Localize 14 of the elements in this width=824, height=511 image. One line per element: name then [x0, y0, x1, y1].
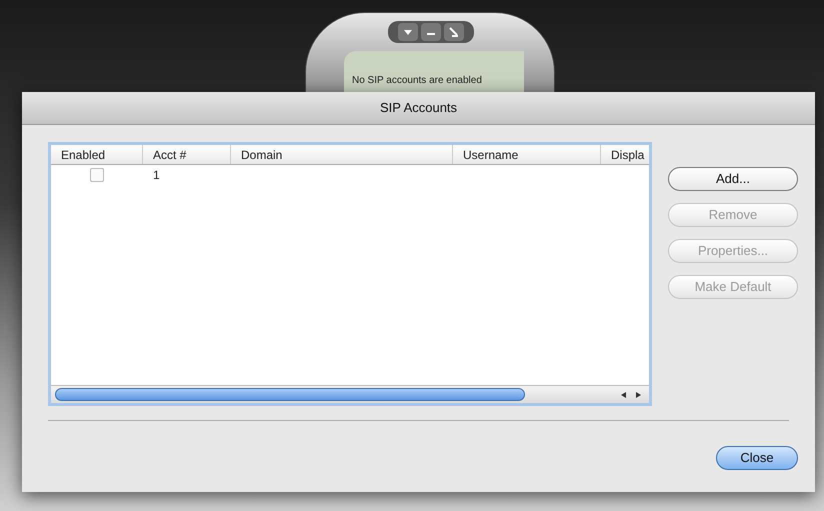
scroll-thumb[interactable]	[55, 388, 525, 401]
column-header[interactable]: Acct #	[143, 145, 231, 164]
column-header[interactable]: Domain	[231, 145, 453, 164]
enabled-checkbox[interactable]	[90, 168, 104, 182]
status-text: No SIP accounts are enabled	[352, 75, 482, 86]
column-header[interactable]: Username	[453, 145, 601, 164]
close-button[interactable]: Close	[716, 446, 798, 470]
account-number: 1	[152, 167, 161, 184]
side-button[interactable]: Add...	[668, 167, 798, 191]
column-header[interactable]: Displa	[601, 145, 649, 164]
horizontal-scrollbar[interactable]	[51, 385, 649, 403]
window-controls-icon	[386, 19, 476, 45]
column-header[interactable]: Enabled	[51, 145, 143, 164]
window-title: SIP Accounts	[380, 99, 458, 118]
